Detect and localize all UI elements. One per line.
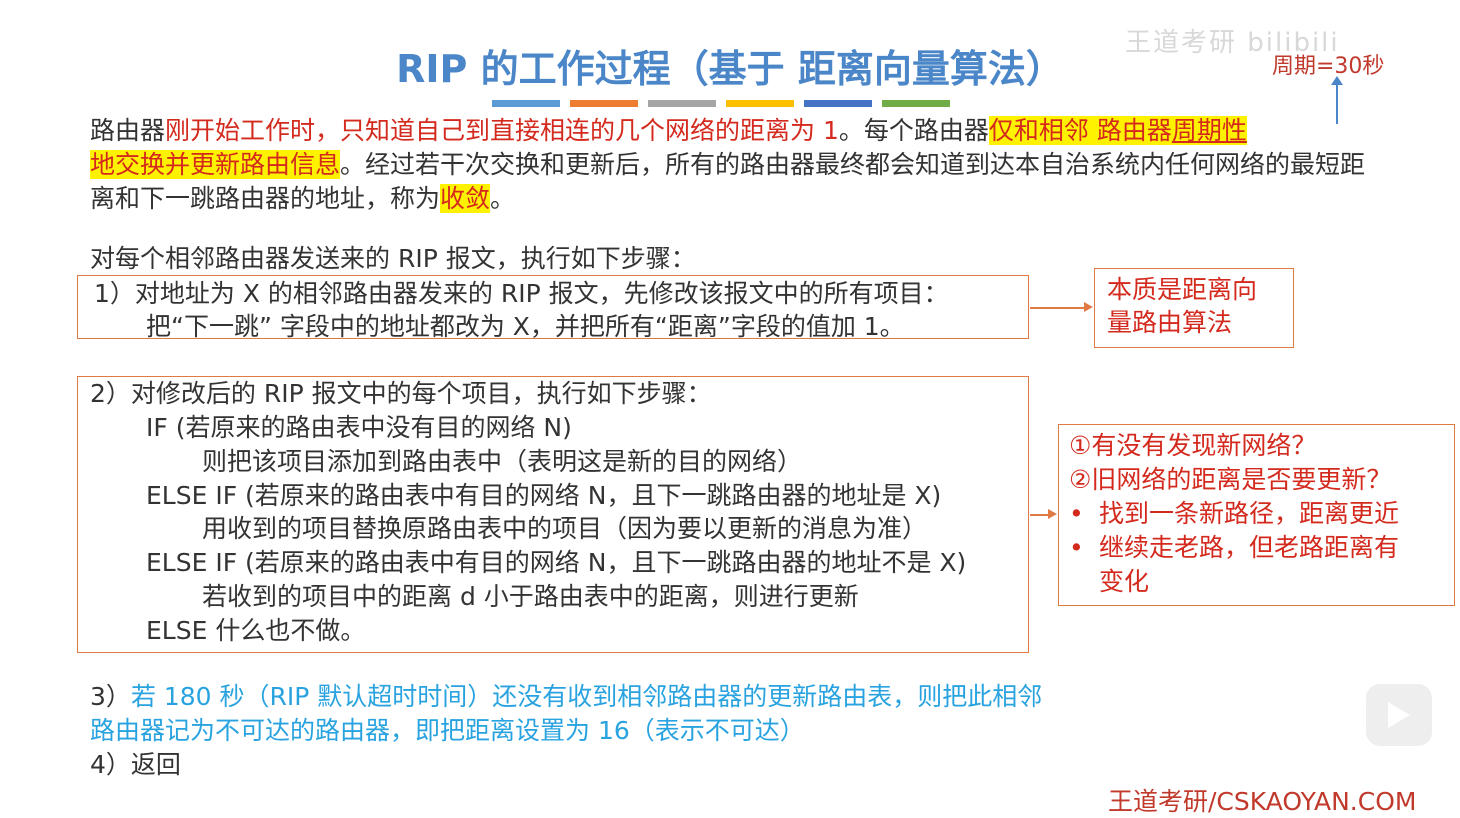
intro-highlight: 仅和相邻 路由器 <box>988 116 1172 145</box>
intro-highlight-periodic: 周期性 <box>1171 116 1247 145</box>
step1-line2: 把“下一跳” 字段中的地址都改为 X，并把所有“距离”字段的值加 1。 <box>146 312 905 341</box>
note-question-1: ①有没有发现新网络？ <box>1069 431 1317 460</box>
step2-line7: 若收到的项目中的距离 d 小于路由表中的距离，则进行更新 <box>202 582 859 611</box>
step3-line2: 路由器记为不可达的路由器，即把距离设置为 16（表示不可达） <box>90 716 805 745</box>
step2-line5: 用收到的项目替换原路由表中的项目（因为要以更新的消息为准） <box>202 514 928 543</box>
connector-arrow-icon <box>1048 509 1057 519</box>
note-bullet-text: 继续走老路，但老路距离有 <box>1099 533 1400 562</box>
color-bar <box>882 100 950 107</box>
step1-note-box: 本质是距离向 量路由算法 <box>1094 268 1294 348</box>
connector-line <box>1030 514 1050 516</box>
step1-note-line: 量路由算法 <box>1107 308 1233 337</box>
step2-line3: 则把该项目添加到路由表中（表明这是新的目的网络） <box>202 447 803 476</box>
step2-note-box: ①有没有发现新网络？ ②旧网络的距离是否要更新？ • 找到一条新路径，距离更近 •… <box>1058 424 1455 606</box>
step2-line1: 2）对修改后的 RIP 报文中的每个项目，执行如下步骤： <box>90 379 712 408</box>
intro-paragraph: 路由器刚开始工作时，只知道自己到直接相连的几个网络的距离为 1。每个路由器仅和相… <box>90 114 1390 216</box>
note-bullet-1: • 找到一条新路径，距离更近 <box>1069 497 1444 531</box>
note-bullet-text: 找到一条新路径，距离更近 <box>1099 499 1400 528</box>
step1-note-line: 本质是距离向 <box>1107 275 1258 304</box>
step2-line6: ELSE IF (若原来的路由表中有目的网络 N，且下一跳路由器的地址不是 X) <box>146 548 967 577</box>
intro-text: 路由器 <box>90 116 166 145</box>
intro-text: 。 <box>490 184 516 213</box>
brand-footer: 王道考研/CSKAOYAN.COM <box>1108 787 1417 816</box>
play-icon[interactable] <box>1388 702 1410 728</box>
step4: 4）返回 <box>90 750 181 779</box>
color-bar <box>492 100 560 107</box>
step3-text: 若 180 秒（RIP 默认超时时间）还没有收到相邻路由器的更新路由表，则把此相… <box>130 682 1043 711</box>
step2-line4: ELSE IF (若原来的路由表中有目的网络 N，且下一跳路由器的地址是 X) <box>146 481 942 510</box>
step1-line1: 1）对地址为 X 的相邻路由器发来的 RIP 报文，先修改该报文中的所有项目： <box>94 279 949 308</box>
note-bullet-2: • 继续走老路，但老路距离有 <box>1069 531 1444 565</box>
intro-highlight-red: 刚开始工作时，只知道自己到直接相连的几个网络的距离为 1 <box>165 116 839 145</box>
steps-intro: 对每个相邻路由器发送来的 RIP 报文，执行如下步骤： <box>90 244 696 273</box>
step2-line8: ELSE 什么也不做。 <box>146 616 366 645</box>
intro-text: 。每个路由器 <box>838 116 989 145</box>
note-bullet-2-cont: 变化 <box>1099 567 1150 596</box>
color-bar <box>570 100 638 107</box>
connector-line <box>1030 307 1086 309</box>
step3-prefix: 3） <box>90 682 131 711</box>
step2-line2: IF (若原来的路由表中没有目的网络 N) <box>146 413 572 442</box>
bullet-icon: • <box>1069 533 1084 562</box>
intro-highlight: 地交换并更新路由信息 <box>90 150 341 179</box>
note-question-2: ②旧网络的距离是否要更新？ <box>1069 465 1392 494</box>
connector-arrow-icon <box>1084 302 1093 312</box>
color-bar <box>804 100 872 107</box>
bullet-icon: • <box>1069 499 1084 528</box>
color-bar <box>648 100 716 107</box>
color-bar <box>726 100 794 107</box>
period-note: 周期=30秒 <box>1272 54 1385 79</box>
intro-highlight-convergence: 收敛 <box>440 184 491 213</box>
step3-line1: 3）若 180 秒（RIP 默认超时时间）还没有收到相邻路由器的更新路由表，则把… <box>90 680 1042 714</box>
color-bars <box>492 100 950 107</box>
period-arrow-head <box>1331 76 1343 85</box>
